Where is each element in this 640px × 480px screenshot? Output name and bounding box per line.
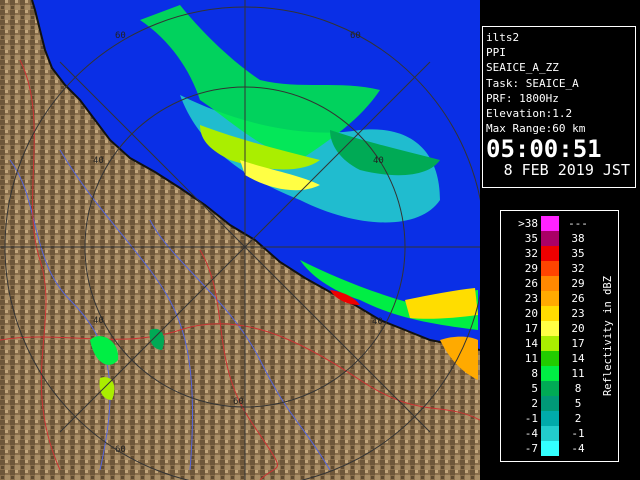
- legend-high-value: -4: [571, 442, 585, 455]
- legend-high-value: 2: [574, 412, 582, 425]
- legend-high-value: 38: [571, 232, 585, 245]
- ring-label: 40: [373, 156, 384, 166]
- legend-row: 29 32: [501, 261, 597, 276]
- legend-row: >38 ---: [501, 216, 597, 231]
- legend-color-swatch: [541, 411, 559, 426]
- reflectivity-legend: Reflectivity in dBZ >38 --- 35 38 32 35 29 32 26…: [500, 210, 619, 462]
- legend-row: -1 2: [501, 411, 597, 426]
- task-name: Task: SEAICE_A: [486, 76, 579, 90]
- legend-high-value: 8: [574, 382, 582, 395]
- legend-color-swatch: [541, 366, 559, 381]
- prf-value: PRF: 1800Hz: [486, 91, 559, 105]
- legend-color-swatch: [541, 291, 559, 306]
- legend-high-value: 5: [574, 397, 582, 410]
- ring-label: 40: [93, 156, 104, 166]
- legend-color-swatch: [541, 276, 559, 291]
- radar-ppi-map: 40 40 40 40 60 60 60 60: [0, 0, 480, 480]
- legend-low-value: 5: [531, 382, 538, 395]
- legend-row: 17 20: [501, 321, 597, 336]
- legend-high-value: 20: [571, 322, 585, 335]
- legend-low-value: 14: [524, 337, 538, 350]
- legend-high-value: -1: [571, 427, 585, 440]
- elevation-value: Elevation:1.2: [486, 107, 573, 121]
- legend-title: Reflectivity in dBZ: [598, 211, 618, 461]
- legend-color-swatch: [541, 321, 559, 336]
- legend-low-value: 35: [524, 232, 538, 245]
- legend-low-value: -1: [524, 412, 538, 425]
- legend-high-value: 14: [571, 352, 585, 365]
- legend-row: 35 38: [501, 231, 597, 246]
- ring-label: 60: [115, 445, 126, 455]
- max-range-value: Max Range:60 km: [486, 122, 586, 136]
- legend-low-value: -4: [524, 427, 538, 440]
- legend-low-value: 26: [524, 277, 538, 290]
- legend-color-swatch: [541, 216, 559, 231]
- legend-high-value: ---: [568, 217, 588, 230]
- legend-row: 26 29: [501, 276, 597, 291]
- legend-low-value: -7: [524, 442, 538, 455]
- legend-high-value: 17: [571, 337, 585, 350]
- legend-color-swatch: [541, 336, 559, 351]
- legend-color-swatch: [541, 231, 559, 246]
- legend-low-value: 2: [531, 397, 538, 410]
- legend-title-text: Reflectivity in dBZ: [602, 275, 614, 397]
- ring-label: 60: [350, 31, 361, 41]
- legend-row: 14 17: [501, 336, 597, 351]
- legend-high-value: 32: [571, 262, 585, 275]
- legend-color-swatch: [541, 396, 559, 411]
- legend-low-value: 29: [524, 262, 538, 275]
- ring-label: 60: [233, 397, 244, 407]
- legend-high-value: 23: [571, 307, 585, 320]
- legend-row: 58: [501, 381, 597, 396]
- legend-row: 8 11: [501, 366, 597, 381]
- legend-color-swatch: [541, 246, 559, 261]
- legend-color-swatch: [541, 381, 559, 396]
- legend-high-value: 11: [571, 367, 585, 380]
- legend-row: 32 35: [501, 246, 597, 261]
- legend-high-value: 35: [571, 247, 585, 260]
- legend-low-value: 11: [524, 352, 538, 365]
- legend-color-swatch: [541, 261, 559, 276]
- scan-type: PPI: [486, 46, 506, 60]
- legend-high-value: 29: [571, 277, 585, 290]
- legend-row: -7 -4: [501, 441, 597, 456]
- legend-low-value: 17: [524, 322, 538, 335]
- product-name: SEAICE_A_ZZ: [486, 61, 559, 75]
- legend-low-value: 23: [524, 292, 538, 305]
- legend-low-value: >38: [518, 217, 538, 230]
- legend-row: 25: [501, 396, 597, 411]
- legend-row: 11 14: [501, 351, 597, 366]
- legend-color-swatch: [541, 351, 559, 366]
- legend-low-value: 32: [524, 247, 538, 260]
- scan-date: 8 FEB 2019 JST: [503, 161, 630, 180]
- legend-row: 23 26: [501, 291, 597, 306]
- radar-name: ilts2: [486, 31, 520, 44]
- scan-info-panel: ilts2 PPI SEAICE_A_ZZ Task: SEAICE_A PRF…: [482, 26, 636, 188]
- legend-row: -4 -1: [501, 426, 597, 441]
- ring-label: 60: [115, 31, 126, 41]
- legend-row: 20 23: [501, 306, 597, 321]
- legend-low-value: 8: [531, 367, 538, 380]
- ring-label: 40: [372, 317, 383, 327]
- scan-time: 05:00:51: [486, 135, 602, 164]
- ring-label: 40: [93, 316, 104, 326]
- legend-color-swatch: [541, 306, 559, 321]
- legend-color-swatch: [541, 441, 559, 456]
- legend-high-value: 26: [571, 292, 585, 305]
- legend-low-value: 20: [524, 307, 538, 320]
- legend-color-swatch: [541, 426, 559, 441]
